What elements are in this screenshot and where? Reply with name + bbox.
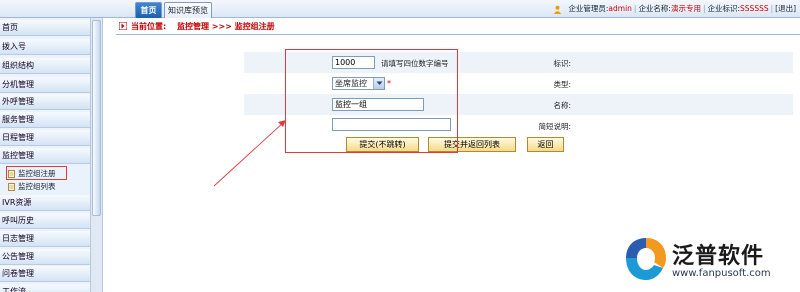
breadcrumb: 监控管理 >>> 监控组注册 [177, 22, 275, 31]
admin-label: 企业管理员: [568, 4, 609, 13]
location-bar: 当前位置: 监控管理 >>> 监控组注册 [116, 18, 800, 35]
company-id-value: SSSSSS [740, 4, 769, 13]
sidebar-item-schedule[interactable]: 日程管理 [0, 130, 90, 146]
name-label: 名称: [553, 101, 571, 110]
sidebar-item-ivr[interactable]: IVR资源 [0, 195, 90, 211]
sidebar-item-service[interactable]: 服务管理 [0, 112, 90, 128]
fanpu-logo-icon [626, 238, 666, 280]
sidebar-item-org-structure[interactable]: 组织结构 [0, 58, 90, 74]
sidebar-item-announcement[interactable]: 公告管理 [0, 249, 90, 265]
admin-value: admin [608, 4, 632, 13]
sidebar-item-workflow[interactable]: 工作流 [0, 284, 90, 292]
sidebar-item-home[interactable]: 首页 [0, 20, 90, 36]
sidebar-scrollbar[interactable] [90, 18, 102, 292]
location-label: 当前位置: [131, 22, 167, 31]
sidebar-item-logs[interactable]: 日志管理 [0, 231, 90, 247]
back-button[interactable]: 返回 [527, 137, 564, 152]
separator: | [770, 4, 774, 13]
sidebar-subitem-label: 监控组列表 [18, 182, 56, 191]
sidebar-item-outbound[interactable]: 外呼管理 [0, 94, 90, 110]
company-id-label: 企业标识: [707, 4, 741, 13]
separator: | [702, 4, 706, 13]
exit-link[interactable]: [退出] [775, 3, 796, 15]
annotation-arrow-icon [213, 120, 286, 187]
logo-url: www.fanpusoft.com [672, 268, 771, 279]
sidebar-item-inbound-number[interactable]: 拨入号 [0, 39, 90, 55]
tab-knowledge-preview[interactable]: 知识库预览 [164, 2, 212, 18]
document-icon [8, 182, 15, 191]
user-info: 企业管理员: admin | 企业名称: 演示专用 | 企业标识: SSSSSS… [553, 3, 796, 15]
sidebar-item-survey[interactable]: 问卷管理 [0, 266, 90, 282]
highlight-box [6, 166, 67, 180]
sidebar: 首页 拨入号 组织结构 分机管理 外呼管理 服务管理 日程管理 监控管理 监控组… [0, 18, 103, 292]
sidebar-item-monitor[interactable]: 监控管理 [0, 148, 90, 164]
sidebar-subitem-monitor-list[interactable]: 监控组列表 [8, 181, 56, 192]
scroll-thumb[interactable] [92, 20, 101, 216]
type-label: 类型: [553, 80, 571, 89]
annotation-box [285, 49, 458, 153]
sidebar-item-call-history[interactable]: 呼叫历史 [0, 213, 90, 229]
user-icon [554, 5, 562, 14]
separator: | [633, 4, 637, 13]
company-value: 演示专用 [670, 4, 701, 13]
tab-home[interactable]: 首页 [135, 2, 162, 18]
description-label: 简短说明: [538, 122, 571, 131]
sidebar-item-extension[interactable]: 分机管理 [0, 77, 90, 93]
company-label: 企业名称: [638, 4, 671, 13]
top-bar: 首页 知识库预览 企业管理员: admin | 企业名称: 演示专用 | 企业标… [0, 0, 800, 18]
brand-logo: 泛普软件 www.fanpusoft.com [622, 232, 794, 288]
id-label: 标识: [553, 59, 571, 68]
logo-text: 泛普软件 [672, 244, 765, 269]
location-arrow-icon [119, 22, 127, 30]
